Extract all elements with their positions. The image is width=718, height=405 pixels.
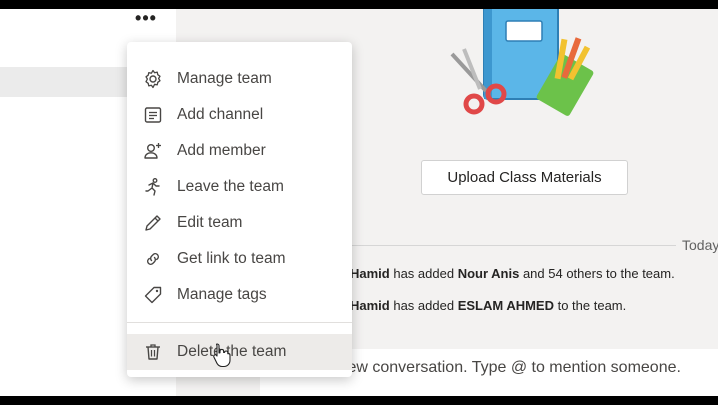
activity-text: has added — [389, 298, 458, 313]
menu-item-label: Leave the team — [177, 178, 284, 195]
menu-item-add-channel[interactable]: Add channel — [127, 97, 352, 133]
menu-item-label: Get link to team — [177, 250, 286, 267]
menu-item-add-member[interactable]: Add member — [127, 133, 352, 169]
activity-actor[interactable]: Hamid — [350, 266, 390, 281]
channel-icon — [143, 105, 163, 125]
menu-item-label: Manage team — [177, 70, 272, 87]
teams-window: ••• Upload Class Materials Today Hamid h… — [0, 9, 718, 396]
hand-pointer-cursor-icon — [213, 343, 231, 368]
activity-text: has added — [389, 266, 458, 281]
add-person-icon — [143, 141, 163, 161]
menu-item-edit-team[interactable]: Edit team — [127, 205, 352, 241]
more-options-button[interactable]: ••• — [132, 9, 160, 31]
team-options-menu: Manage team Add channel Add member Leave… — [127, 42, 352, 377]
leave-icon — [143, 177, 163, 197]
menu-item-manage-team[interactable]: Manage team — [127, 61, 352, 97]
activity-actor[interactable]: Hamid — [350, 298, 390, 313]
activity-text: and 54 others to the team. — [519, 266, 675, 281]
menu-divider — [127, 322, 352, 323]
tag-icon — [143, 285, 163, 305]
menu-item-label: Edit team — [177, 214, 243, 231]
menu-item-label: Add member — [177, 142, 266, 159]
menu-item-label: Add channel — [177, 106, 264, 123]
pencil-icon — [143, 213, 163, 233]
trash-icon — [143, 342, 163, 362]
upload-class-materials-button[interactable]: Upload Class Materials — [421, 160, 628, 195]
menu-item-get-link[interactable]: Get link to team — [127, 241, 352, 277]
menu-item-manage-tags[interactable]: Manage tags — [127, 277, 352, 313]
date-divider-label: Today — [682, 237, 718, 253]
class-materials-illustration — [450, 9, 594, 116]
activity-text: to the team. — [553, 298, 627, 313]
activity-subject[interactable]: Nour Anis — [458, 266, 520, 281]
menu-item-leave-team[interactable]: Leave the team — [127, 169, 352, 205]
link-icon — [143, 249, 163, 269]
gear-icon — [143, 69, 163, 89]
menu-item-label: Manage tags — [177, 286, 267, 303]
menu-item-delete-team[interactable]: Delete the team — [127, 334, 352, 370]
activity-message: Hamid has added ESLAM AHMED to the team. — [350, 298, 626, 313]
activity-subject[interactable]: ESLAM AHMED — [458, 298, 554, 313]
activity-message: Hamid has added Nour Anis and 54 others … — [350, 266, 675, 281]
